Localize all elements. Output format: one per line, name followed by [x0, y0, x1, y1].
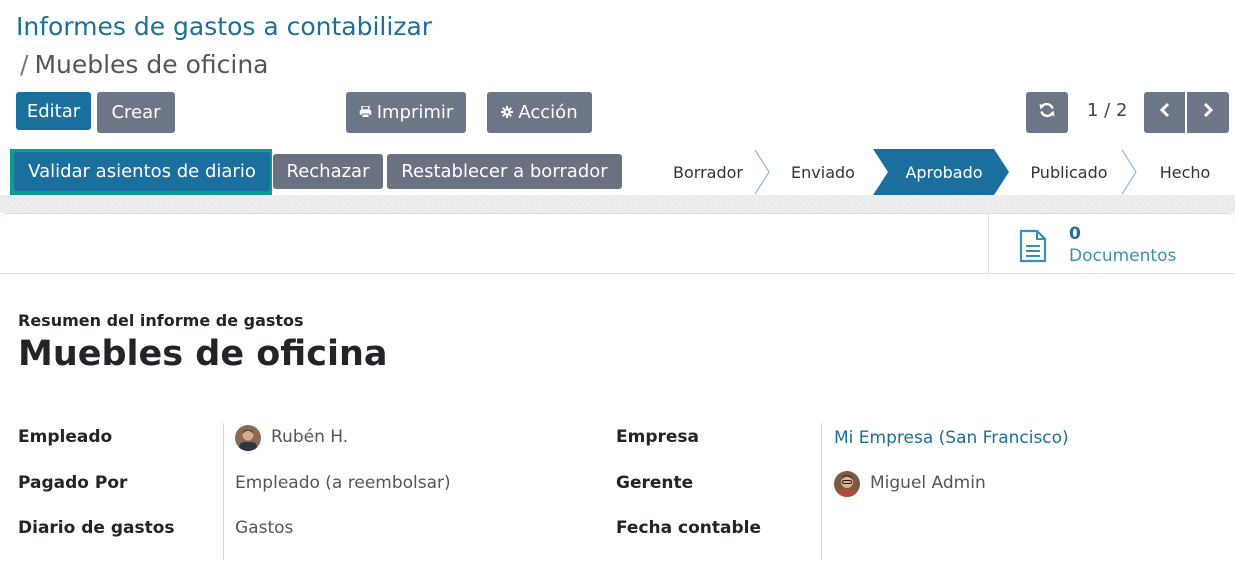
refresh-icon — [1038, 101, 1056, 124]
stage-separator — [754, 149, 770, 195]
reject-button[interactable]: Rechazar — [273, 154, 383, 189]
pager-previous-button[interactable] — [1144, 92, 1185, 133]
accounting-date-label: Fecha contable — [616, 518, 762, 538]
print-button[interactable]: Imprimir — [346, 92, 466, 133]
button-box-divider — [0, 273, 1235, 274]
manager-label: Gerente — [616, 473, 694, 493]
pager-next-button[interactable] — [1187, 92, 1229, 133]
expense-journal-value[interactable]: Gastos — [235, 518, 293, 538]
form-subtitle: Resumen del informe de gastos — [18, 311, 304, 330]
expense-journal-label: Diario de gastos — [18, 518, 175, 538]
chevron-left-icon — [1159, 102, 1171, 123]
stage-done[interactable]: Hecho — [1140, 149, 1230, 195]
documents-count: 0 — [1069, 224, 1081, 244]
background-strip — [0, 195, 1235, 213]
printer-icon — [359, 102, 372, 123]
form-title[interactable]: Muebles de oficina — [18, 334, 388, 374]
action-button[interactable]: Acción — [487, 92, 592, 133]
breadcrumb-current-label: Muebles de oficina — [34, 50, 269, 79]
company-label: Empresa — [616, 427, 699, 447]
breadcrumb-separator: / — [20, 50, 29, 79]
create-button[interactable]: Crear — [97, 92, 175, 133]
gear-icon — [501, 102, 514, 123]
documents-label: Documentos — [1069, 246, 1177, 266]
breadcrumb-current: / Muebles de oficina — [20, 50, 269, 79]
employee-value[interactable]: Rubén H. — [271, 427, 348, 447]
document-icon — [1018, 229, 1048, 267]
edit-button[interactable]: Editar — [16, 92, 91, 130]
manager-avatar — [834, 471, 860, 497]
stage-posted[interactable]: Publicado — [1010, 149, 1128, 195]
employee-label: Empleado — [18, 427, 113, 447]
print-button-label: Imprimir — [376, 102, 454, 123]
manager-value[interactable]: Miguel Admin — [870, 473, 986, 493]
field-separator-left — [223, 423, 224, 560]
stage-sent[interactable]: Enviado — [775, 149, 871, 195]
company-value-link[interactable]: Mi Empresa (San Francisco) — [834, 428, 1069, 448]
paid-by-label: Pagado Por — [18, 473, 128, 493]
stage-approved[interactable]: Aprobado — [888, 149, 1000, 195]
chevron-right-icon — [1202, 102, 1214, 123]
validate-journal-entries-button[interactable]: Validar asientos de diario — [14, 152, 270, 191]
action-button-label: Acción — [518, 102, 578, 123]
reset-to-draft-button[interactable]: Restablecer a borrador — [387, 154, 622, 189]
paid-by-value[interactable]: Empleado (a reembolsar) — [235, 473, 451, 493]
pager-value[interactable]: 1 / 2 — [1087, 100, 1127, 121]
field-separator-right — [821, 423, 822, 560]
stage-draft[interactable]: Borrador — [662, 149, 754, 195]
breadcrumb-parent-link[interactable]: Informes de gastos a contabilizar — [16, 12, 432, 41]
refresh-button[interactable] — [1026, 92, 1068, 133]
employee-avatar — [235, 425, 261, 451]
